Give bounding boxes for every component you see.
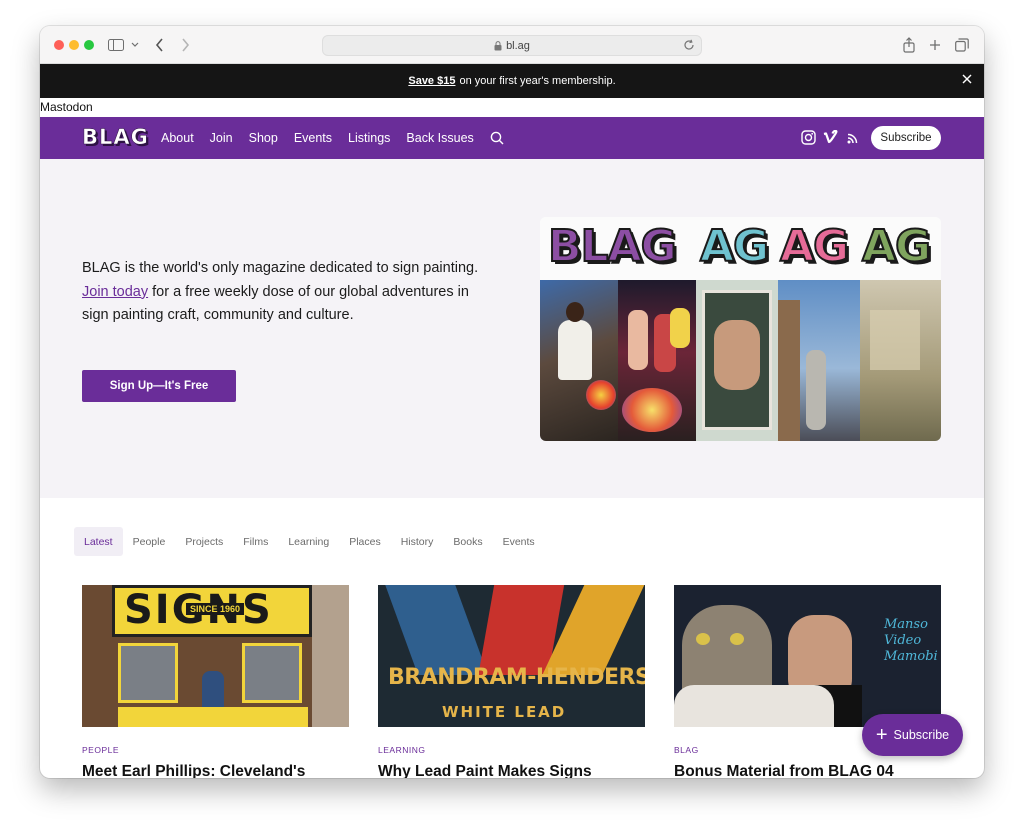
nav-link-join[interactable]: Join [210,131,233,145]
forward-icon[interactable] [180,36,190,54]
address-bar[interactable]: bl.ag [322,35,702,56]
close-icon[interactable] [962,74,972,84]
article-tag[interactable]: PEOPLE [82,745,119,755]
cover-photo-street [778,280,860,441]
article-image-lead-paint[interactable]: BRANDRAM-HENDERSON WHITE LEAD [378,585,645,727]
nav-link-back-issues[interactable]: Back Issues [406,131,473,145]
promo-highlight-link[interactable]: Save $15 [408,75,455,87]
nav-links: About Join Shop Events Listings Back Iss… [161,117,504,159]
article-tag[interactable]: LEARNING [378,745,425,755]
magazine-covers-image: BLAG AG AG AG [540,217,941,441]
chevron-down-icon[interactable] [131,36,139,54]
nav-link-about[interactable]: About [161,131,194,145]
cover-masthead-4: AG [861,220,932,273]
tab-places[interactable]: Places [339,527,391,556]
site-navigation: BLAG About Join Shop Events Listings Bac… [40,117,984,159]
browser-window: bl.ag Save $15 on your first year's memb… [40,26,984,778]
hero-text-before: BLAG is the world's only magazine dedica… [82,260,479,276]
tab-history[interactable]: History [391,527,444,556]
instagram-icon[interactable] [801,130,816,145]
article-title[interactable]: Bonus Material from BLAG 04 [674,763,894,778]
browser-toolbar: bl.ag [40,26,984,64]
tab-books[interactable]: Books [443,527,492,556]
hero-description: BLAG is the world's only magazine dedica… [82,257,482,328]
cover-mastheads: BLAG AG AG AG [540,217,941,280]
reload-icon[interactable] [683,39,695,51]
share-icon[interactable] [903,36,915,54]
floating-subscribe-label: Subscribe [893,728,950,742]
hero-section: BLAG is the world's only magazine dedica… [40,159,984,498]
plus-icon: + [875,724,888,746]
signup-button[interactable]: Sign Up—It's Free [82,370,236,402]
cover-masthead-2: AG [699,220,770,273]
tab-events[interactable]: Events [493,527,545,556]
sign-text: BRANDRAM-HENDERSON [388,665,645,690]
url-text: bl.ag [506,39,530,52]
cover-photo-painter [540,280,618,441]
rss-icon[interactable] [847,133,858,144]
article-tag[interactable]: BLAG [674,745,699,755]
cover-masthead-3: AG [779,220,850,273]
cover-photo-wall [860,280,941,441]
close-window-button[interactable] [54,40,64,50]
lock-icon [494,40,502,51]
article-title[interactable]: Meet Earl Phillips: Cleveland's [82,763,305,778]
sign-subtext: WHITE LEAD [442,703,567,721]
cover-photo-portrait [696,280,778,441]
article-image-earl-phillips[interactable]: SIGNS SINCE 1960 [82,585,349,727]
zoom-window-button[interactable] [84,40,94,50]
promo-text: on your first year's membership. [459,75,616,87]
article-title[interactable]: Why Lead Paint Makes Signs [378,763,592,778]
back-icon[interactable] [155,36,165,54]
subscribe-button[interactable]: Subscribe [871,126,941,150]
category-tabs: Latest People Projects Films Learning Pl… [74,527,545,556]
vimeo-icon[interactable] [823,130,838,144]
minimize-window-button[interactable] [69,40,79,50]
floating-subscribe-button[interactable]: + Subscribe [862,714,963,756]
sign-text: Manso Video Mamobi [884,617,938,664]
new-tab-icon[interactable] [929,36,941,54]
nav-link-events[interactable]: Events [294,131,332,145]
tab-projects[interactable]: Projects [175,527,233,556]
blag-logo[interactable]: BLAG [82,125,149,150]
nav-link-shop[interactable]: Shop [249,131,278,145]
sign-subtext: SINCE 1960 [186,603,245,615]
tab-films[interactable]: Films [233,527,278,556]
cover-photo-artwork [618,280,696,441]
tab-latest[interactable]: Latest [74,527,123,556]
join-today-link[interactable]: Join today [82,284,148,300]
article-image-bonus-material[interactable]: Manso Video Mamobi [674,585,941,727]
promo-banner: Save $15 on your first year's membership… [40,64,984,98]
sidebar-icon[interactable] [108,36,124,54]
tab-overview-icon[interactable] [955,36,969,54]
tab-people[interactable]: People [123,527,176,556]
mastodon-link[interactable]: Mastodon [40,98,984,117]
search-icon[interactable] [490,131,504,145]
nav-link-listings[interactable]: Listings [348,131,390,145]
tab-learning[interactable]: Learning [278,527,339,556]
cover-masthead-1: BLAG [547,220,678,273]
